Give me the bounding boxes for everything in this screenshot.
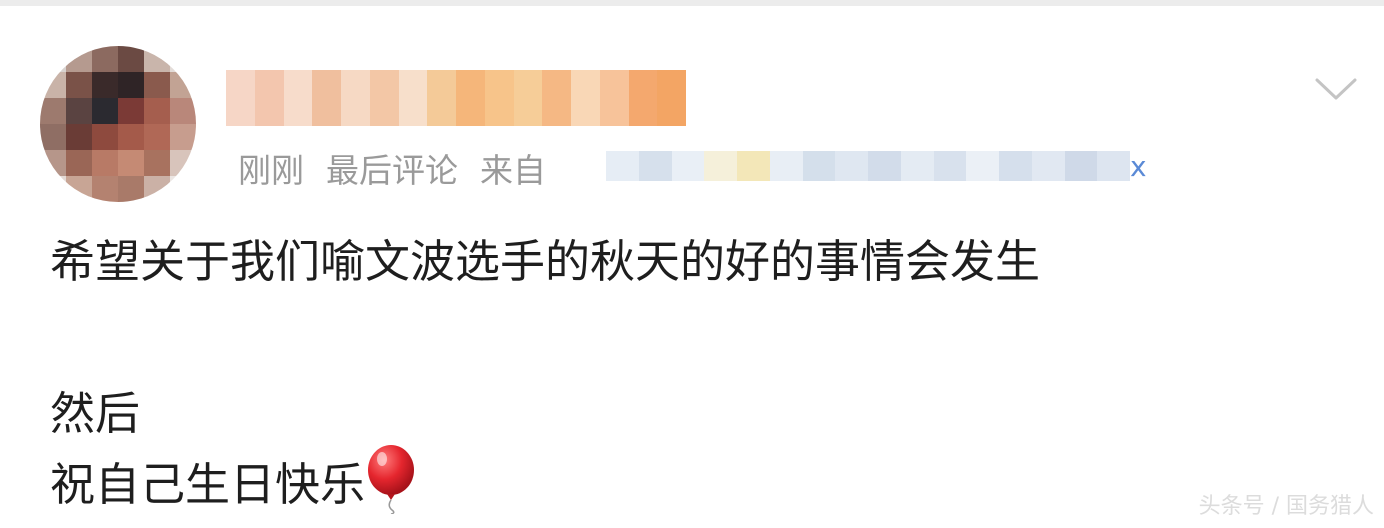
balloon-icon bbox=[368, 445, 415, 514]
source-blurred[interactable] bbox=[606, 151, 1130, 181]
chevron-down-icon[interactable] bbox=[1314, 76, 1358, 104]
comment-meta: 刚刚 最后评论 来自 bbox=[238, 146, 546, 190]
content-line-3: 祝自己生日快乐 bbox=[50, 444, 1040, 515]
content-line-3-text: 祝自己生日快乐 bbox=[50, 458, 366, 511]
comment-content: 希望关于我们喻文波选手的秋天的好的事情会发生 然后 祝自己生日快乐 bbox=[50, 232, 1040, 515]
content-line-1: 希望关于我们喻文波选手的秋天的好的事情会发生 bbox=[50, 235, 1041, 288]
watermark: 头条号 / 国务猎人 bbox=[1198, 494, 1374, 519]
timestamp: 刚刚 bbox=[238, 151, 304, 190]
content-line-2: 然后 bbox=[50, 387, 141, 440]
avatar[interactable] bbox=[40, 46, 196, 202]
comment-card: 刚刚 最后评论 来自 x 希望关于我们喻文波选手的秋天的好的事情会发生 然后 祝… bbox=[0, 6, 1384, 528]
source-link-tail[interactable]: x bbox=[1130, 150, 1147, 184]
source-prefix: 来自 bbox=[480, 151, 546, 190]
last-comment-label: 最后评论 bbox=[326, 151, 458, 190]
username-blurred[interactable] bbox=[226, 70, 686, 126]
